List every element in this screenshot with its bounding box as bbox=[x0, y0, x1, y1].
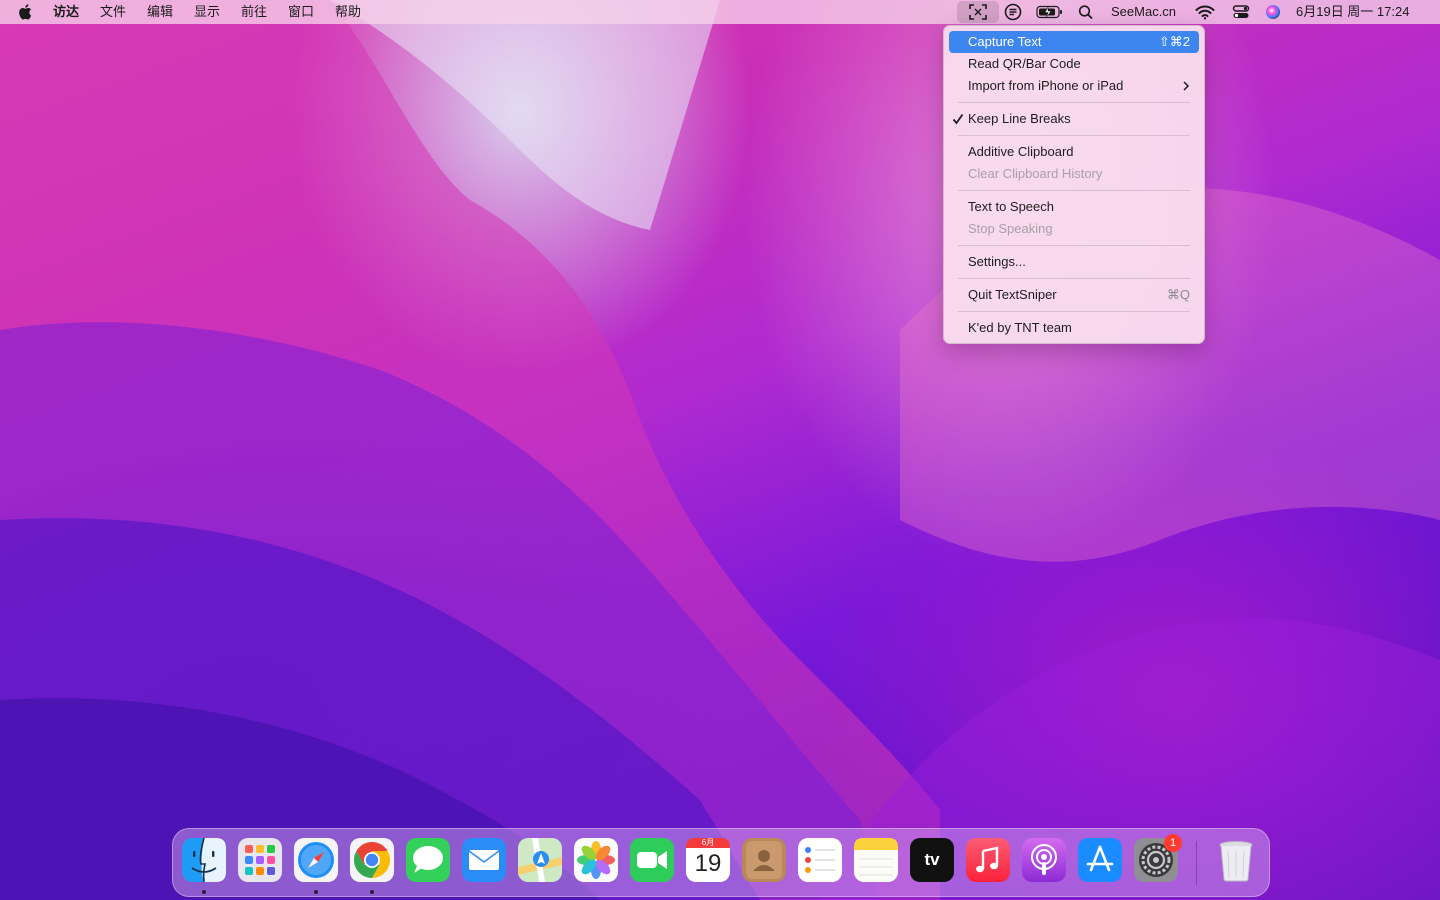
menu-edit[interactable]: 编辑 bbox=[147, 0, 173, 24]
battery-icon[interactable] bbox=[1036, 0, 1064, 24]
calendar-icon[interactable]: 6月 19 bbox=[685, 837, 731, 883]
menu-item-label: Clear Clipboard History bbox=[968, 166, 1103, 181]
facetime-icon[interactable] bbox=[629, 837, 675, 883]
menu-item-shortcut: ⌘Q bbox=[1166, 287, 1190, 302]
mail-icon[interactable] bbox=[461, 837, 507, 883]
menu-item-label: Text to Speech bbox=[968, 199, 1054, 214]
menu-go[interactable]: 前往 bbox=[241, 0, 267, 24]
clock[interactable]: 6月19日 周一 17:24 bbox=[1296, 0, 1409, 24]
menu-bar: 访达 文件 编辑 显示 前往 窗口 帮助 SeeMac.cn 6月19日 周一 … bbox=[0, 0, 1440, 24]
menu-view[interactable]: 显示 bbox=[194, 0, 220, 24]
chevron-right-icon bbox=[1182, 75, 1190, 104]
site-label[interactable]: SeeMac.cn bbox=[1111, 0, 1176, 24]
textsniper-icon[interactable] bbox=[968, 0, 988, 24]
search-icon[interactable] bbox=[1078, 0, 1094, 24]
clipboard-icon[interactable] bbox=[1004, 0, 1022, 24]
menu-separator bbox=[958, 311, 1190, 312]
running-indicator bbox=[314, 890, 318, 894]
menu-item-quit[interactable]: Quit TextSniper ⌘Q bbox=[949, 284, 1199, 306]
menu-item-settings[interactable]: Settings... bbox=[949, 251, 1199, 273]
checkmark-icon bbox=[952, 108, 966, 137]
siri-icon[interactable] bbox=[1265, 0, 1281, 24]
menu-app-name[interactable]: 访达 bbox=[53, 0, 79, 24]
menu-file[interactable]: 文件 bbox=[100, 0, 126, 24]
menu-item-label: Import from iPhone or iPad bbox=[968, 78, 1124, 93]
trash-icon[interactable] bbox=[1213, 837, 1259, 883]
contacts-icon[interactable] bbox=[741, 837, 787, 883]
music-icon[interactable] bbox=[965, 837, 1011, 883]
menu-item-credits[interactable]: K'ed by TNT team bbox=[949, 317, 1199, 339]
menu-item-capture-text[interactable]: Capture Text ⇧⌘2 bbox=[949, 31, 1199, 53]
menu-separator bbox=[958, 245, 1190, 246]
menu-item-stop-speaking: Stop Speaking bbox=[949, 218, 1199, 240]
menu-separator bbox=[958, 278, 1190, 279]
app-store-icon[interactable] bbox=[1077, 837, 1123, 883]
menu-separator bbox=[958, 190, 1190, 191]
textsniper-menu: Capture Text ⇧⌘2 Read QR/Bar Code Import… bbox=[943, 25, 1205, 344]
finder-icon[interactable] bbox=[181, 837, 227, 883]
menu-item-shortcut: ⇧⌘2 bbox=[1158, 34, 1190, 49]
apple-menu-icon[interactable] bbox=[18, 0, 34, 24]
wifi-icon[interactable] bbox=[1195, 0, 1215, 24]
dock-separator bbox=[1196, 841, 1197, 885]
calendar-day: 19 bbox=[694, 850, 722, 877]
running-indicator bbox=[370, 890, 374, 894]
desktop-wallpaper bbox=[0, 0, 1440, 900]
apple-tv-label: tv bbox=[924, 850, 940, 869]
menu-item-text-to-speech[interactable]: Text to Speech bbox=[949, 196, 1199, 218]
menu-item-label: Keep Line Breaks bbox=[968, 111, 1071, 126]
messages-icon[interactable] bbox=[405, 837, 451, 883]
maps-icon[interactable] bbox=[517, 837, 563, 883]
menu-item-keep-line-breaks[interactable]: Keep Line Breaks bbox=[949, 108, 1199, 130]
menu-item-import-iphone[interactable]: Import from iPhone or iPad bbox=[949, 75, 1199, 97]
notes-icon[interactable] bbox=[853, 837, 899, 883]
calendar-month: 6月 bbox=[701, 838, 715, 847]
menu-separator bbox=[958, 102, 1190, 103]
reminders-icon[interactable] bbox=[797, 837, 843, 883]
launchpad-icon[interactable] bbox=[237, 837, 283, 883]
menu-item-label: Settings... bbox=[968, 254, 1026, 269]
notification-badge: 1 bbox=[1164, 834, 1182, 852]
chrome-icon[interactable] bbox=[349, 837, 395, 883]
menu-item-label: Stop Speaking bbox=[968, 221, 1053, 236]
safari-icon[interactable] bbox=[293, 837, 339, 883]
menu-item-label: K'ed by TNT team bbox=[968, 320, 1072, 335]
menu-item-label: Read QR/Bar Code bbox=[968, 56, 1081, 71]
menu-item-additive-clipboard[interactable]: Additive Clipboard bbox=[949, 141, 1199, 163]
menu-window[interactable]: 窗口 bbox=[288, 0, 314, 24]
menu-item-label: Additive Clipboard bbox=[968, 144, 1074, 159]
running-indicator bbox=[202, 890, 206, 894]
menu-help[interactable]: 帮助 bbox=[335, 0, 361, 24]
control-center-icon[interactable] bbox=[1232, 0, 1250, 24]
menu-item-clear-clipboard-history: Clear Clipboard History bbox=[949, 163, 1199, 185]
photos-icon[interactable] bbox=[573, 837, 619, 883]
podcasts-icon[interactable] bbox=[1021, 837, 1067, 883]
menu-item-read-qr[interactable]: Read QR/Bar Code bbox=[949, 53, 1199, 75]
menu-separator bbox=[958, 135, 1190, 136]
dock: 6月 19 tv bbox=[172, 828, 1270, 897]
apple-tv-icon[interactable]: tv bbox=[909, 837, 955, 883]
menu-item-label: Quit TextSniper bbox=[968, 287, 1057, 302]
menu-item-label: Capture Text bbox=[968, 34, 1042, 49]
